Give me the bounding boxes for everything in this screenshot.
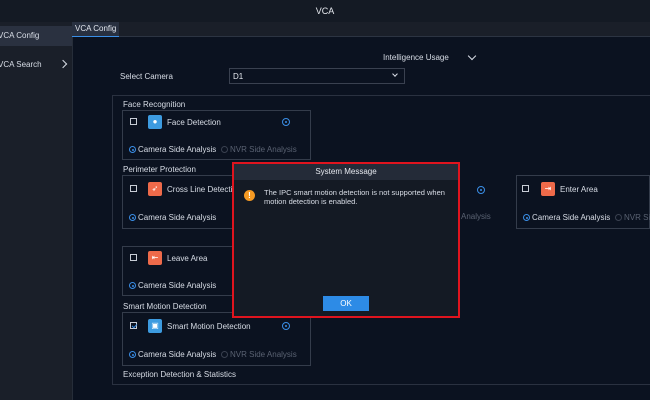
leave-area-icon: ⇤ <box>148 251 162 265</box>
sidebar-item-label: VCA Search <box>0 60 42 69</box>
intelligence-usage-label[interactable]: Intelligence Usage <box>383 53 449 62</box>
face-detection-label: Face Detection <box>167 118 221 127</box>
window-title: VCA <box>315 6 335 16</box>
smart-motion-label: Smart Motion Detection <box>167 322 251 331</box>
leave-area-label: Leave Area <box>167 254 208 263</box>
section-perimeter-protection: Perimeter Protection <box>123 165 196 174</box>
cross-line-label: Cross Line Detection <box>167 185 242 194</box>
system-message-dialog: System Message ! The IPC smart motion de… <box>232 162 460 318</box>
section-face-recognition: Face Recognition <box>123 100 186 109</box>
dialog-message: The IPC smart motion detection is not su… <box>264 188 445 206</box>
camera-side-radio[interactable] <box>129 282 136 289</box>
face-detection-checkbox[interactable] <box>130 118 137 125</box>
chevron-down-icon[interactable] <box>467 51 477 61</box>
nvr-side-analysis-partial: Analysis <box>461 212 491 221</box>
sidebar: VCA Config VCA Search <box>0 22 73 400</box>
nvr-side-label: NVR Side <box>624 213 650 222</box>
camera-side-radio[interactable] <box>129 351 136 358</box>
enter-area-label: Enter Area <box>560 185 598 194</box>
enter-area-checkbox[interactable] <box>522 185 529 192</box>
ok-button[interactable]: OK <box>323 296 369 311</box>
cross-line-icon: ➶ <box>148 182 162 196</box>
sidebar-item-label: VCA Config <box>0 31 40 40</box>
nvr-side-radio[interactable] <box>221 146 228 153</box>
nvr-side-label: NVR Side Analysis <box>230 350 297 359</box>
sidebar-item-vca-search[interactable]: VCA Search <box>0 55 72 75</box>
gear-icon[interactable] <box>282 118 290 126</box>
face-detection-icon: ● <box>148 115 162 129</box>
tab-vca-config[interactable]: VCA Config <box>72 22 120 37</box>
camera-side-radio[interactable] <box>523 214 530 221</box>
chevron-right-icon <box>58 59 68 69</box>
leave-area-checkbox[interactable] <box>130 254 137 261</box>
smart-motion-checkbox[interactable] <box>130 322 137 329</box>
camera-side-label: Camera Side Analysis <box>138 145 217 154</box>
camera-side-label: Camera Side Analysis <box>138 281 217 290</box>
tab-bar: VCA Config <box>72 22 650 37</box>
gear-icon[interactable] <box>477 186 485 194</box>
section-exception-detection: Exception Detection & Statistics <box>123 370 236 379</box>
nvr-side-label: NVR Side Analysis <box>230 145 297 154</box>
chevron-down-icon <box>392 71 398 77</box>
nvr-side-radio[interactable] <box>221 351 228 358</box>
camera-side-label: Camera Side Analysis <box>138 213 217 222</box>
leave-area-card: ⇤ Leave Area Camera Side Analysis <box>122 246 234 296</box>
nvr-side-radio[interactable] <box>615 214 622 221</box>
camera-side-radio[interactable] <box>129 146 136 153</box>
section-smart-motion-detection: Smart Motion Detection <box>123 302 207 311</box>
title-bar: VCA <box>0 0 650 23</box>
enter-area-card: ⇥ Enter Area Camera Side Analysis NVR Si… <box>516 175 650 229</box>
camera-side-label: Camera Side Analysis <box>138 350 217 359</box>
dialog-title: System Message <box>234 164 458 180</box>
camera-side-radio[interactable] <box>129 214 136 221</box>
camera-side-label: Camera Side Analysis <box>532 213 611 222</box>
select-camera-label: Select Camera <box>120 72 173 81</box>
face-detection-card: ● Face Detection Camera Side Analysis NV… <box>122 110 311 160</box>
enter-area-icon: ⇥ <box>541 182 555 196</box>
camera-select[interactable]: D1 <box>229 68 405 84</box>
camera-select-value: D1 <box>233 72 244 81</box>
smart-motion-card: ▣ Smart Motion Detection Camera Side Ana… <box>122 312 311 366</box>
sidebar-item-vca-config[interactable]: VCA Config <box>0 26 72 46</box>
smart-motion-icon: ▣ <box>148 319 162 333</box>
warning-icon: ! <box>244 190 255 201</box>
gear-icon[interactable] <box>282 322 290 330</box>
cross-line-detection-card: ➶ Cross Line Detection Camera Side Analy… <box>122 175 241 229</box>
cross-line-checkbox[interactable] <box>130 185 137 192</box>
